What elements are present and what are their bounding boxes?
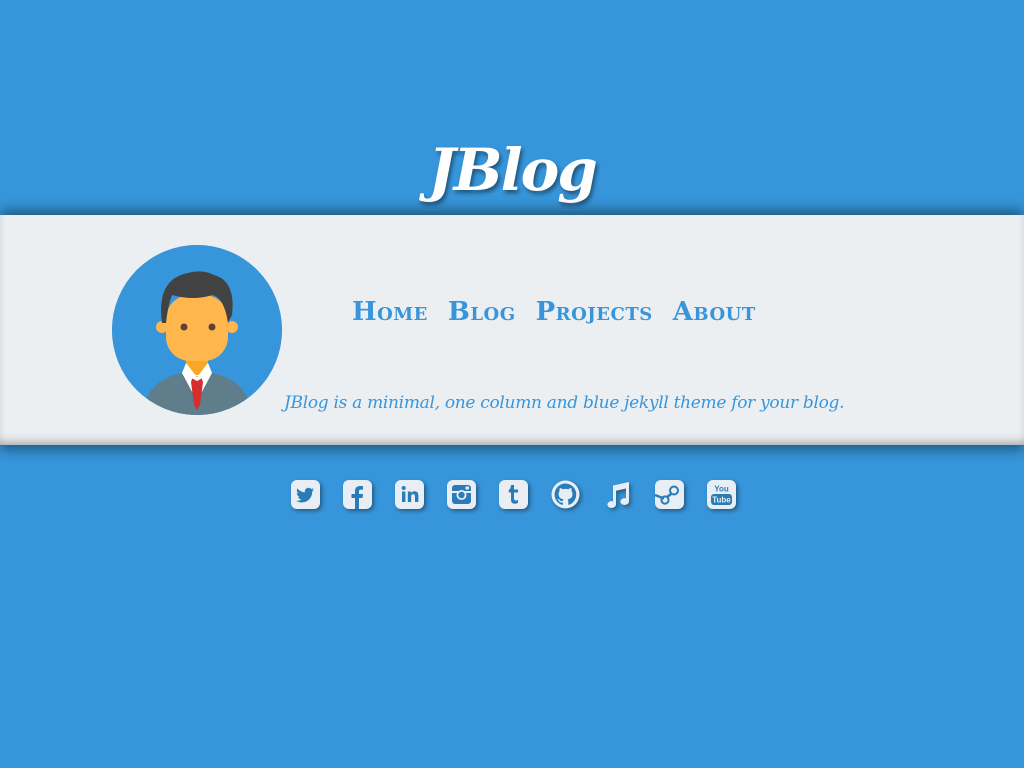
site-tagline: JBlog is a minimal, one column and blue … xyxy=(284,393,845,413)
youtube-icon[interactable]: You Tube xyxy=(706,479,737,510)
music-icon[interactable] xyxy=(602,479,633,510)
avatar-illustration xyxy=(112,245,282,415)
site-title[interactable]: JBlog xyxy=(0,132,1024,208)
nav-blog-link[interactable]: Blog xyxy=(448,297,516,327)
main-nav: Home Blog Projects About xyxy=(352,297,756,327)
header-band: Home Blog Projects About JBlog is a mini… xyxy=(0,215,1024,445)
linkedin-icon[interactable] xyxy=(394,479,425,510)
nav-about-link[interactable]: About xyxy=(673,297,756,327)
nav-projects-link[interactable]: Projects xyxy=(536,297,653,327)
social-links: You Tube xyxy=(290,479,737,510)
page: JBlog Home Blog Projects About JBlog is … xyxy=(0,0,1024,768)
svg-text:Tube: Tube xyxy=(712,496,731,505)
steam-icon[interactable] xyxy=(654,479,685,510)
github-icon[interactable] xyxy=(550,479,581,510)
facebook-icon[interactable] xyxy=(342,479,373,510)
twitter-icon[interactable] xyxy=(290,479,321,510)
instagram-icon[interactable] xyxy=(446,479,477,510)
svg-text:You: You xyxy=(714,485,729,494)
nav-home-link[interactable]: Home xyxy=(352,297,428,327)
tumblr-icon[interactable] xyxy=(498,479,529,510)
avatar xyxy=(112,245,282,415)
